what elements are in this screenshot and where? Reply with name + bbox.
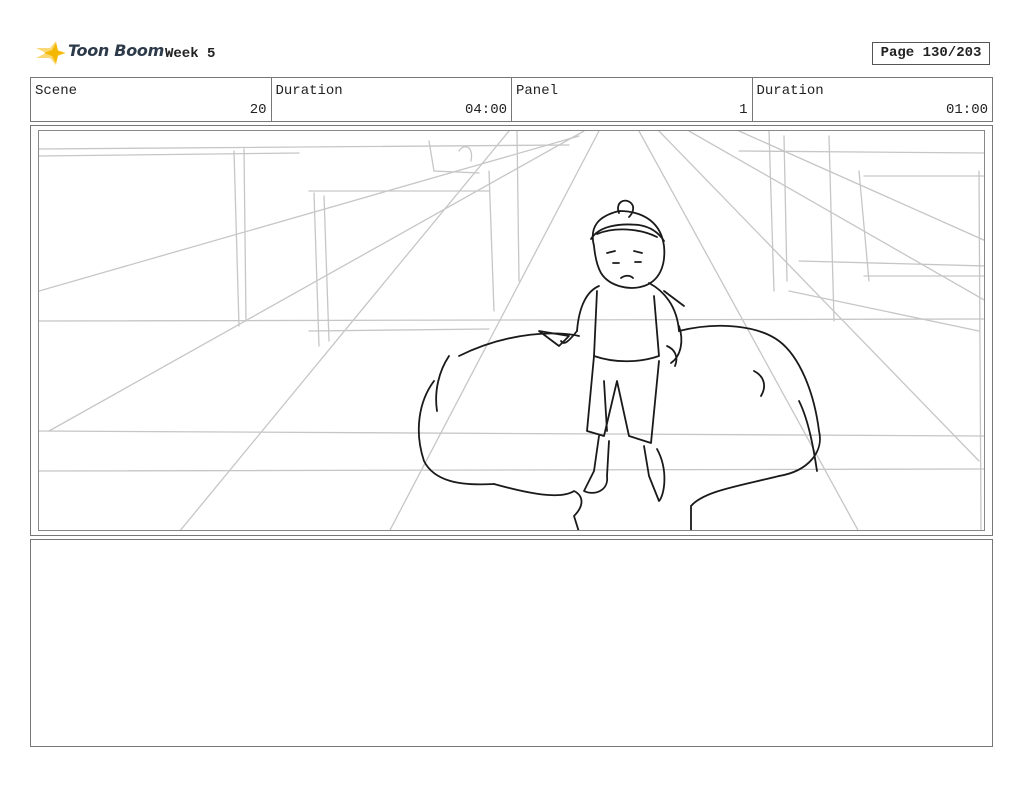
- panel-value: 1: [739, 102, 748, 118]
- panel-duration-label: Duration: [756, 83, 824, 99]
- scene-info-row: Scene 20 Duration 04:00 Panel 1 Duration…: [30, 77, 993, 122]
- page-number: Page 130/203: [872, 42, 990, 65]
- scene-label: Scene: [35, 83, 78, 99]
- scene-value: 20: [249, 102, 267, 118]
- panel-cell: Panel 1: [512, 78, 753, 121]
- star-icon: [36, 41, 66, 65]
- scene-duration-label: Duration: [275, 83, 343, 99]
- panel-duration-cell: Duration 01:00: [753, 78, 993, 121]
- storyboard-panel-image: [38, 130, 985, 531]
- sketch-drawing: [39, 131, 984, 530]
- scene-duration-cell: Duration 04:00: [272, 78, 512, 121]
- panel-label: Panel: [516, 83, 559, 99]
- toon-boom-logo: Toon Boom: [34, 38, 164, 68]
- project-title: Week 5: [165, 46, 216, 62]
- scene-duration-value: 04:00: [464, 102, 507, 118]
- panel-duration-value: 01:00: [945, 102, 988, 118]
- panel-notes-area: [30, 539, 993, 747]
- brand-name: Toon Boom: [68, 41, 164, 60]
- scene-cell: Scene 20: [31, 78, 272, 121]
